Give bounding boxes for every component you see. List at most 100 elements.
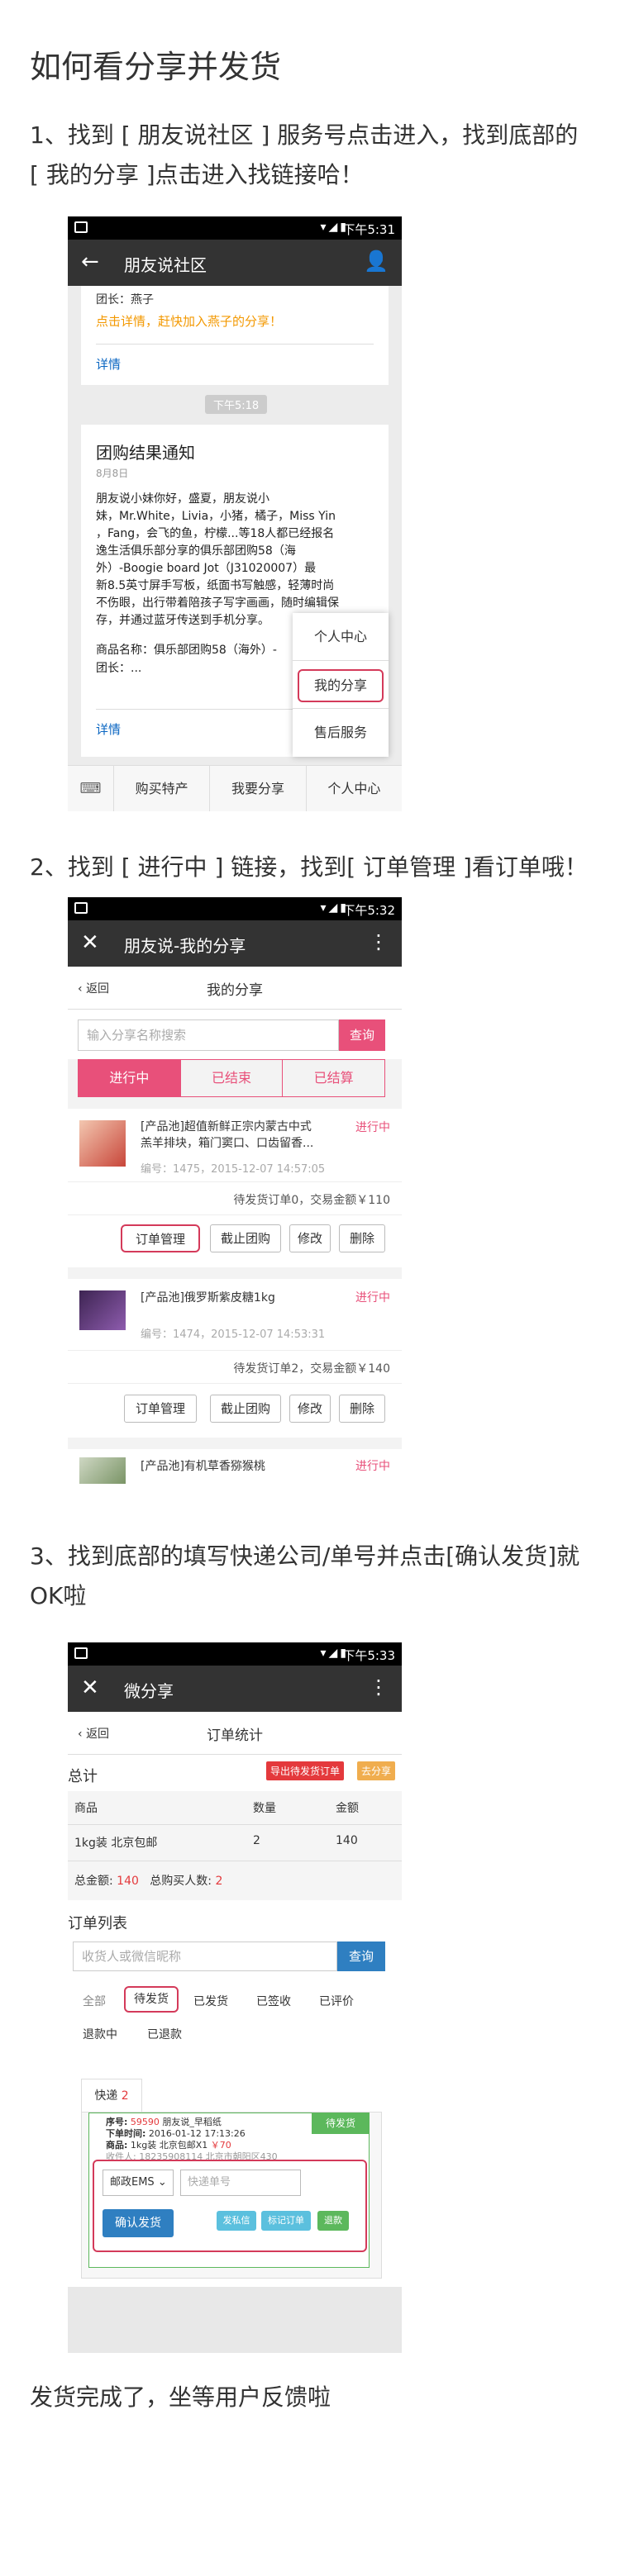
sub-title: 订单统计 — [207, 1728, 263, 1744]
message-button[interactable]: 发私信 — [217, 2211, 256, 2231]
col-amount: 金额 — [336, 1802, 359, 1815]
page-title: 如何看分享并发货 — [30, 49, 282, 85]
search-button[interactable]: 查询 — [339, 1019, 385, 1051]
item-name[interactable]: [产品池]超值新鲜正宗内蒙古中式 羔羊排块，箱门窦口、口齿留香... — [141, 1119, 313, 1152]
close-icon[interactable]: ✕ — [81, 930, 99, 955]
title: 朋友说-我的分享 — [124, 936, 246, 956]
image-icon — [74, 221, 88, 233]
empty-area — [68, 2287, 402, 2353]
status-badge: 进行中 — [355, 1121, 390, 1134]
tab-ongoing[interactable]: 进行中 — [79, 1060, 180, 1096]
message-body: 朋友说小妹你好，盛夏，朋友说小 妹，Mr.White，Livia，小猪，橘子，Mi… — [96, 492, 339, 627]
step-1-line1: 1、找到 [ 朋友说社区 ] 服务号点击进入，找到底部的 — [30, 121, 579, 149]
message-card-top: 团长：燕子 点击详情，赶快加入燕子的分享！ 详情 — [81, 286, 389, 385]
edit-button[interactable]: 修改 — [289, 1395, 331, 1423]
delete-button[interactable]: 删除 — [339, 1395, 385, 1423]
list-item: [产品池]有机草香猕猴桃 进行中 — [68, 1449, 402, 1484]
detail-link[interactable]: 详情 — [96, 355, 121, 373]
filter-all[interactable]: 全部 — [83, 1993, 106, 2009]
filter-refunding[interactable]: 退款中 — [83, 2026, 117, 2042]
filter-pending[interactable]: 待发货 — [124, 1986, 179, 2013]
item-name[interactable]: [产品池]有机草香猕猴桃 — [141, 1457, 265, 1474]
edit-button[interactable]: 修改 — [289, 1224, 331, 1252]
bottom-menu: ⌨ 购买特产 我要分享 个人中心 — [68, 765, 402, 811]
order-manage-button[interactable]: 订单管理 — [124, 1395, 197, 1423]
mark-order-button[interactable]: 标记订单 — [261, 2211, 311, 2231]
menu-personal[interactable]: 个人中心 — [307, 766, 402, 811]
message-title: 团购结果通知 — [96, 443, 195, 463]
step-2-text: 2、找到 [ 进行中 ] 链接，找到[ 订单管理 ]看订单哦！ — [30, 853, 588, 881]
menu-item-my-share[interactable]: 我的分享 — [293, 661, 389, 709]
step-1-line2: [ 我的分享 ]点击进入找链接哈！ — [30, 161, 364, 188]
stop-group-button[interactable]: 截止团购 — [210, 1395, 281, 1423]
search-input[interactable]: 输入分享名称搜索 — [78, 1019, 339, 1051]
filter-refunded[interactable]: 已退款 — [147, 2026, 182, 2042]
close-icon[interactable]: ✕ — [81, 1675, 99, 1700]
totals-line: 总金额: 140 总购买人数: 2 — [74, 1875, 223, 1888]
filter-reviewed[interactable]: 已评价 — [319, 1993, 354, 2009]
list-item: [产品池]超值新鲜正宗内蒙古中式 羔羊排块，箱门窦口、口齿留香... 进行中 编号… — [68, 1109, 402, 1267]
stop-group-button[interactable]: 截止团购 — [210, 1224, 281, 1252]
clock: 下午5:31 — [342, 222, 395, 237]
total-title: 总计 — [68, 1768, 98, 1785]
search-area: 输入分享名称搜索 查询 — [68, 1010, 402, 1059]
image-icon — [74, 1647, 88, 1659]
filter-signed[interactable]: 已签收 — [256, 1993, 291, 2009]
filter-shipped[interactable]: 已发货 — [193, 1993, 228, 2009]
clock: 下午5:32 — [342, 903, 395, 918]
step-1-text: 1、找到 [ 朋友说社区 ] 服务号点击进入，找到底部的 [ 我的分享 ]点击进… — [30, 116, 592, 195]
order-box: 待发货 序号: 59590 朋友说_早稻纸 下单时间: 2016-01-12 1… — [88, 2113, 370, 2268]
clock: 下午5:33 — [342, 1648, 395, 1663]
orders-title: 订单列表 — [68, 1915, 127, 1932]
list-item: [产品池]俄罗斯紫皮糖1kg 进行中 编号：1474，2015-12-07 14… — [68, 1279, 402, 1438]
more-icon[interactable]: ⋮ — [369, 930, 389, 953]
tab-settled[interactable]: 已结算 — [282, 1060, 384, 1096]
product-thumb — [79, 1290, 126, 1330]
cell-qty: 2 — [253, 1834, 260, 1847]
col-goods: 商品 — [74, 1802, 98, 1815]
detail-link-2[interactable]: 详情 — [96, 720, 121, 738]
title-bar: ✕ 朋友说-我的分享 ⋮ — [68, 920, 402, 967]
image-icon — [74, 902, 88, 914]
pending-ribbon: 待发货 — [312, 2113, 370, 2134]
step-3-line1: 3、找到底部的填写快递公司/单号并点击[确认发货]就 — [30, 1542, 580, 1570]
product-thumb — [79, 1120, 126, 1167]
export-button[interactable]: 导出待发货订单 — [266, 1761, 345, 1780]
confirm-ship-button[interactable]: 确认发货 — [103, 2209, 174, 2237]
sub-title: 我的分享 — [207, 982, 263, 999]
menu-share[interactable]: 我要分享 — [210, 766, 307, 811]
message-date: 8月8日 — [96, 468, 129, 479]
search-button[interactable]: 查询 — [337, 1942, 385, 1971]
ship-form: 邮政EMS ⌄ 快递单号 确认发货 发私信 标记订单 退款 — [93, 2160, 367, 2252]
order-info: 序号: 59590 朋友说_早稻纸 下单时间: 2016-01-12 17:13… — [106, 2117, 278, 2162]
delete-button[interactable]: 删除 — [339, 1224, 385, 1252]
menu-item-after-sales[interactable]: 售后服务 — [293, 709, 389, 757]
share-button[interactable]: 去分享 — [357, 1761, 396, 1780]
sub-header: ‹ 返回 我的分享 — [68, 967, 402, 1010]
order-manage-button[interactable]: 订单管理 — [121, 1224, 200, 1252]
status-bar: ▾◢▮ 下午5:31 — [68, 216, 402, 240]
screenshot-2: ▾◢▮ 下午5:32 ✕ 朋友说-我的分享 ⋮ ‹ 返回 我的分享 输入分享名称… — [68, 897, 402, 1484]
item-summary: 待发货订单0，交易金额￥110 — [233, 1194, 390, 1207]
status-bar: ▾◢▮ 下午5:32 — [68, 897, 402, 920]
goods-text: 商品名称：俱乐部团购58（海外）- — [96, 644, 277, 657]
item-name[interactable]: [产品池]俄罗斯紫皮糖1kg — [141, 1289, 275, 1305]
refund-button[interactable]: 退款 — [317, 2211, 349, 2231]
screenshot-1: ▾◢▮ 下午5:31 ← 朋友说社区 👤 团长：燕子 点击详情，赶快加入燕子的分… — [68, 216, 402, 811]
menu-buy[interactable]: 购买特产 — [114, 766, 211, 811]
tab-ended[interactable]: 已结束 — [179, 1060, 283, 1096]
tracking-input[interactable]: 快递单号 — [180, 2170, 301, 2196]
order-card: 待发货 序号: 59590 朋友说_早稻纸 下单时间: 2016-01-12 1… — [81, 2112, 382, 2279]
tab-express[interactable]: 快递 2 — [81, 2079, 142, 2112]
back-arrow-icon[interactable]: ← — [81, 250, 99, 274]
search-input[interactable]: 收货人或微信昵称 — [73, 1942, 337, 1971]
menu-item-personal[interactable]: 个人中心 — [293, 613, 389, 661]
more-icon[interactable]: ⋮ — [369, 1675, 389, 1699]
keyboard-icon[interactable]: ⌨ — [68, 766, 114, 811]
courier-select[interactable]: 邮政EMS ⌄ — [103, 2170, 174, 2196]
sub-header: ‹ 返回 订单统计 — [68, 1712, 402, 1755]
cell-goods: 1kg装 北京包邮 — [74, 1837, 158, 1850]
col-qty: 数量 — [253, 1802, 276, 1815]
title-bar: ← 朋友说社区 👤 — [68, 240, 402, 286]
person-icon[interactable]: 👤 — [364, 250, 389, 273]
